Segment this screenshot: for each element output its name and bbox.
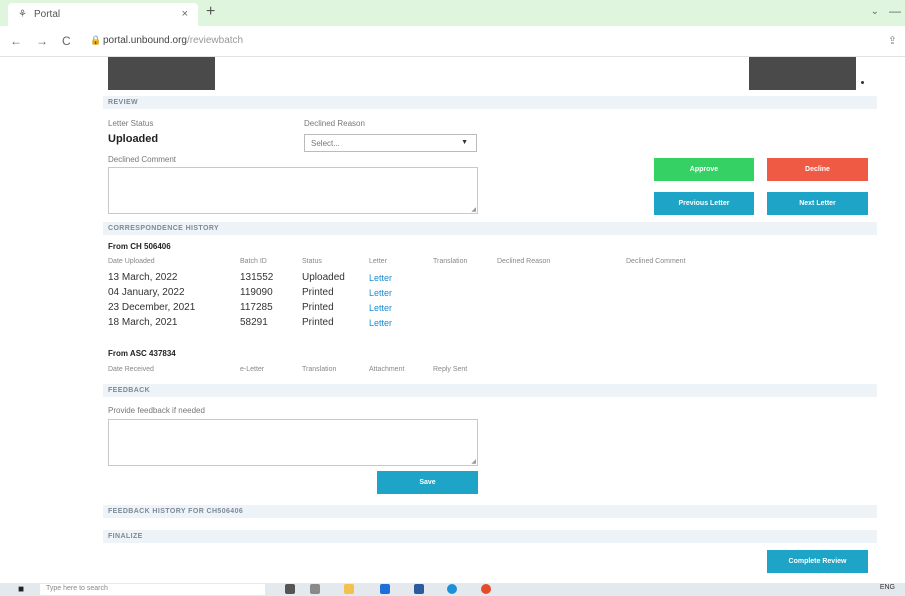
store-icon[interactable] — [380, 584, 390, 594]
previous-letter-button[interactable]: Previous Letter — [654, 192, 754, 215]
bullet-dot — [861, 81, 864, 84]
widgets-icon[interactable] — [310, 584, 320, 594]
save-feedback-button[interactable]: Save — [377, 471, 478, 494]
letter-status-label: Letter Status — [108, 119, 154, 128]
finalize-section-header: FINALIZE — [103, 530, 877, 543]
next-letter-button[interactable]: Next Letter — [767, 192, 868, 215]
app-icon[interactable] — [414, 584, 424, 594]
letter-status-value: Uploaded — [108, 133, 159, 145]
back-icon[interactable]: ← — [10, 34, 22, 48]
portal-favicon-icon: ⚘ — [18, 9, 27, 20]
chrome-icon[interactable] — [481, 584, 491, 594]
approve-button[interactable]: Approve — [654, 158, 754, 181]
address-bar: ← → C 🔒 portal.unbound.org/reviewbatch ⇪ — [0, 26, 905, 57]
column-header: e-Letter — [240, 366, 265, 373]
feedback-history-header: FEEDBACK HISTORY FOR CH506406 — [103, 505, 877, 518]
column-header: Batch ID — [240, 258, 267, 265]
column-header: Reply Sent — [433, 366, 468, 373]
language-indicator[interactable]: ENG — [880, 584, 895, 591]
tab-list-icon[interactable]: ⌄ — [871, 6, 879, 17]
share-icon[interactable]: ⇪ — [888, 34, 897, 47]
declined-comment-label: Declined Comment — [108, 155, 177, 164]
window-minimize-icon[interactable]: — — [889, 4, 901, 18]
taskbar-search-input[interactable]: Type here to search — [40, 584, 265, 595]
declined-comment-textarea[interactable]: ◢ — [108, 167, 478, 214]
url-path: /reviewbatch — [186, 35, 244, 46]
tab-title: Portal — [34, 9, 61, 20]
complete-review-button[interactable]: Complete Review — [767, 550, 868, 573]
reload-icon[interactable]: C — [62, 34, 71, 48]
row-batch: 117285 — [240, 302, 273, 313]
row-status: Printed — [302, 302, 334, 313]
column-header: Date Uploaded — [108, 258, 155, 265]
feedback-textarea[interactable]: ◢ — [108, 419, 478, 466]
row-date: 23 December, 2021 — [108, 302, 196, 313]
row-status: Printed — [302, 317, 334, 328]
lock-icon: 🔒 — [90, 35, 102, 45]
column-header: Translation — [433, 258, 468, 265]
history-group-asc-title: From ASC 437834 — [108, 349, 176, 358]
browser-tab-bar: ⚘ Portal × + ⌄ — — [0, 0, 905, 26]
row-letter-link[interactable]: Letter — [369, 273, 392, 283]
declined-reason-label: Declined Reason — [304, 119, 365, 128]
row-batch: 119090 — [240, 287, 273, 298]
row-letter-link[interactable]: Letter — [369, 318, 392, 328]
row-status: Uploaded — [302, 272, 345, 283]
column-header: Status — [302, 258, 322, 265]
row-status: Printed — [302, 287, 334, 298]
column-header: Attachment — [369, 366, 405, 373]
forward-icon[interactable]: → — [36, 34, 48, 48]
column-header: Declined Reason — [497, 258, 551, 265]
redacted-image-right — [749, 57, 856, 90]
row-letter-link[interactable]: Letter — [369, 303, 392, 313]
page-content: REVIEW Letter Status Uploaded Declined R… — [0, 57, 905, 583]
correspondence-history-header: CORRESPONDENCE HISTORY — [103, 222, 877, 235]
row-date: 18 March, 2021 — [108, 317, 178, 328]
task-view-icon[interactable] — [285, 584, 295, 594]
column-header: Translation — [302, 366, 337, 373]
review-section-header: REVIEW — [103, 96, 877, 109]
feedback-prompt-label: Provide feedback if needed — [108, 406, 205, 415]
row-letter-link[interactable]: Letter — [369, 288, 392, 298]
resize-grip-icon[interactable]: ◢ — [471, 206, 476, 213]
redacted-image-left — [108, 57, 215, 90]
tab-close-icon[interactable]: × — [182, 8, 188, 20]
taskbar: ■ Type here to search ENG — [0, 583, 905, 596]
history-group-ch-title: From CH 506406 — [108, 242, 171, 251]
row-batch: 131552 — [240, 272, 274, 283]
row-batch: 58291 — [240, 317, 268, 328]
column-header: Date Received — [108, 366, 154, 373]
dropdown-arrow-icon: ▼ — [461, 139, 468, 146]
feedback-section-header: FEEDBACK — [103, 384, 877, 397]
resize-grip-icon[interactable]: ◢ — [471, 458, 476, 465]
file-explorer-icon[interactable] — [344, 584, 354, 594]
url-host: portal.unbound.org — [103, 35, 187, 46]
declined-reason-value: Select... — [311, 139, 340, 148]
declined-reason-select[interactable]: Select... ▼ — [304, 134, 477, 152]
row-date: 04 January, 2022 — [108, 287, 185, 298]
new-tab-icon[interactable]: + — [206, 3, 215, 21]
browser-tab[interactable]: ⚘ Portal × — [8, 3, 198, 26]
row-date: 13 March, 2022 — [108, 272, 178, 283]
column-header: Letter — [369, 258, 387, 265]
edge-icon[interactable] — [447, 584, 457, 594]
windows-start-icon[interactable]: ■ — [18, 584, 24, 595]
url-field[interactable]: portal.unbound.org/reviewbatch — [103, 35, 243, 46]
column-header: Declined Comment — [626, 258, 686, 265]
decline-button[interactable]: Decline — [767, 158, 868, 181]
